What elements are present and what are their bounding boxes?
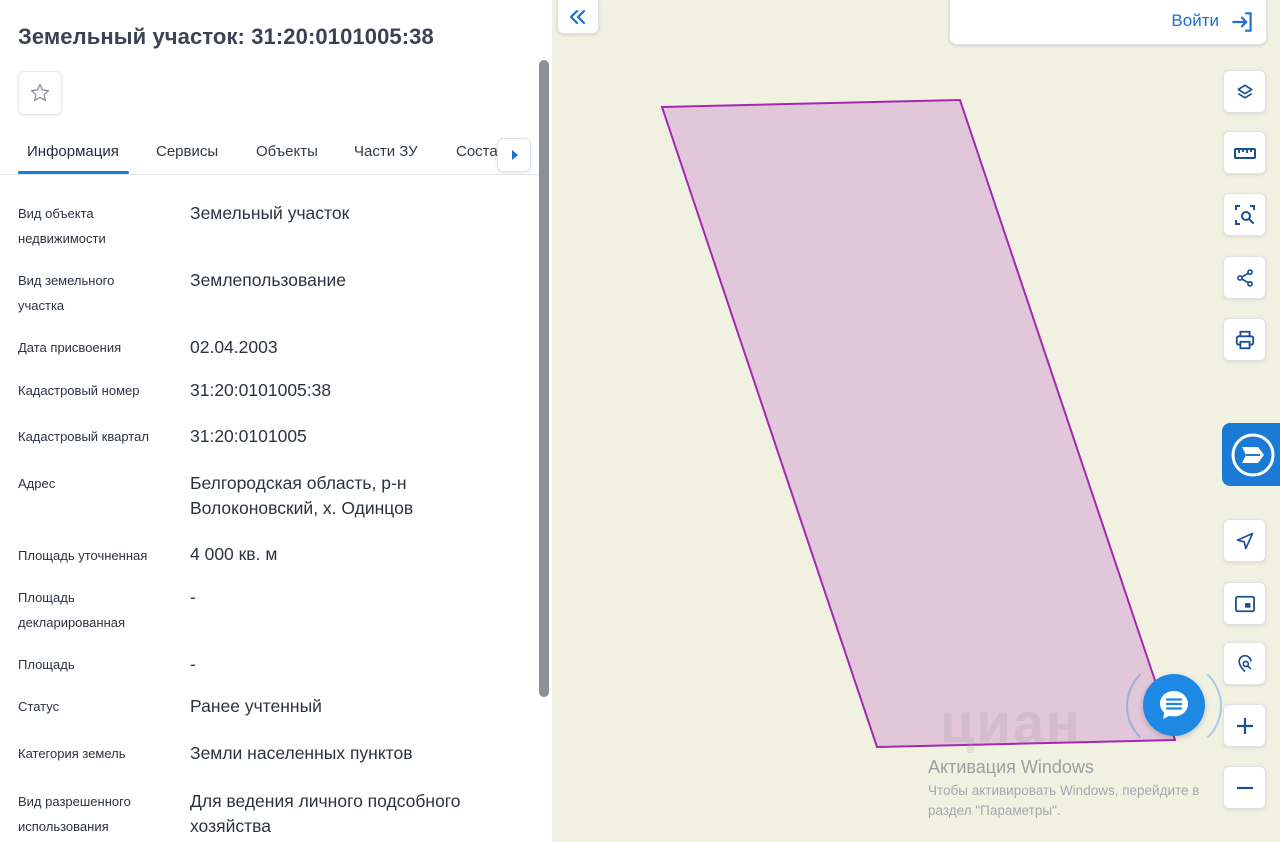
page-title: Земельный участок: 31:20:0101005:38 xyxy=(18,24,434,49)
login-label: Войти xyxy=(1171,11,1219,30)
tab-land-parts[interactable]: Части ЗУ xyxy=(354,143,418,160)
active-tab-indicator xyxy=(18,171,129,174)
login-button[interactable]: Войти xyxy=(949,0,1267,45)
promo-widget-button[interactable] xyxy=(1222,423,1280,486)
row-value-area: - xyxy=(190,654,196,674)
minimap-button[interactable] xyxy=(1223,582,1266,625)
row-label-declared-area: Площадь декларированная xyxy=(18,590,126,630)
row-label-land-type: Вид земельного участка xyxy=(18,273,115,313)
row-value-cadastral-quarter[interactable]: 31:20:0101005 xyxy=(190,424,520,449)
tab-services[interactable]: Сервисы xyxy=(156,143,218,160)
layers-button[interactable] xyxy=(1223,70,1266,113)
chevron-right-icon xyxy=(512,150,518,160)
layers-icon xyxy=(1237,84,1252,99)
tab-bar: Информация Сервисы Объекты Части ЗУ Сост… xyxy=(0,135,540,175)
ruler-icon xyxy=(1233,147,1256,159)
row-label-area: Площадь xyxy=(18,657,75,672)
double-chevron-left-icon xyxy=(569,9,586,24)
minimap-icon xyxy=(1234,595,1255,612)
cian-watermark: циан xyxy=(940,691,1082,754)
land-parcel-polygon[interactable] xyxy=(660,98,1177,749)
row-value-land-category: Земли населенных пунктов xyxy=(190,743,413,763)
row-label-refined-area: Площадь уточненная xyxy=(18,548,148,563)
row-label-permitted-use: Вид разрешенного использования xyxy=(18,794,131,834)
row-label-land-category: Категория земель xyxy=(18,746,126,761)
navigation-button[interactable] xyxy=(1223,519,1266,562)
tab-information[interactable]: Информация xyxy=(27,143,119,160)
info-panel: Земельный участок: 31:20:0101005:38 Инфо… xyxy=(0,0,552,842)
favorite-button[interactable] xyxy=(18,71,62,115)
ruler-button[interactable] xyxy=(1223,131,1266,174)
location-search-button[interactable] xyxy=(1223,642,1266,685)
login-icon xyxy=(1232,12,1252,32)
row-label-object-type: Вид объекта недвижимости xyxy=(18,206,106,246)
row-value-cadastral-number[interactable]: 31:20:0101005:38 xyxy=(190,378,520,403)
share-button[interactable] xyxy=(1223,256,1266,299)
row-label-status: Статус xyxy=(18,699,60,714)
windows-activation-title: Активация Windows xyxy=(928,757,1094,777)
row-value-assign-date: 02.04.2003 xyxy=(190,337,278,357)
area-select-icon xyxy=(1234,204,1255,225)
map-logo-icon xyxy=(1231,433,1275,476)
row-value-land-type: Землепользование xyxy=(190,270,346,290)
row-value-status: Ранее учтенный xyxy=(190,696,322,716)
row-value-declared-area: - xyxy=(190,587,196,607)
row-label-cadastral-quarter: Кадастровый квартал xyxy=(18,429,149,444)
chat-button[interactable] xyxy=(1143,674,1205,736)
collapse-panel-button[interactable] xyxy=(557,0,599,34)
tab-objects[interactable]: Объекты xyxy=(256,143,318,160)
row-value-refined-area: 4 000 кв. м xyxy=(190,544,278,564)
row-value-permitted-use: Для ведения личного подсобного хозяйства xyxy=(190,791,461,836)
row-label-cadastral-number: Кадастровый номер xyxy=(18,383,140,398)
tab-composition[interactable]: Соста xyxy=(456,143,498,160)
navigation-icon xyxy=(1236,532,1253,549)
row-value-address: Белгородская область, р-н Волоконовский,… xyxy=(190,473,414,518)
panel-scrollbar[interactable] xyxy=(539,60,549,697)
windows-activation-text: Чтобы активировать Windows, перейдите в … xyxy=(928,783,1200,818)
row-label-address: Адрес xyxy=(18,476,56,491)
row-label-assign-date: Дата присвоения xyxy=(18,340,122,355)
row-value-object-type: Земельный участок xyxy=(190,203,350,223)
location-search-icon xyxy=(1237,654,1252,672)
print-icon xyxy=(1235,330,1254,349)
tabs-scroll-right-button[interactable] xyxy=(497,138,531,172)
print-button[interactable] xyxy=(1223,318,1266,361)
zoom-in-icon xyxy=(1236,717,1253,734)
share-icon xyxy=(1236,268,1253,287)
star-icon xyxy=(30,83,50,102)
zoom-in-button[interactable] xyxy=(1223,704,1266,747)
chat-icon xyxy=(1160,691,1188,719)
area-select-button[interactable] xyxy=(1223,193,1266,236)
